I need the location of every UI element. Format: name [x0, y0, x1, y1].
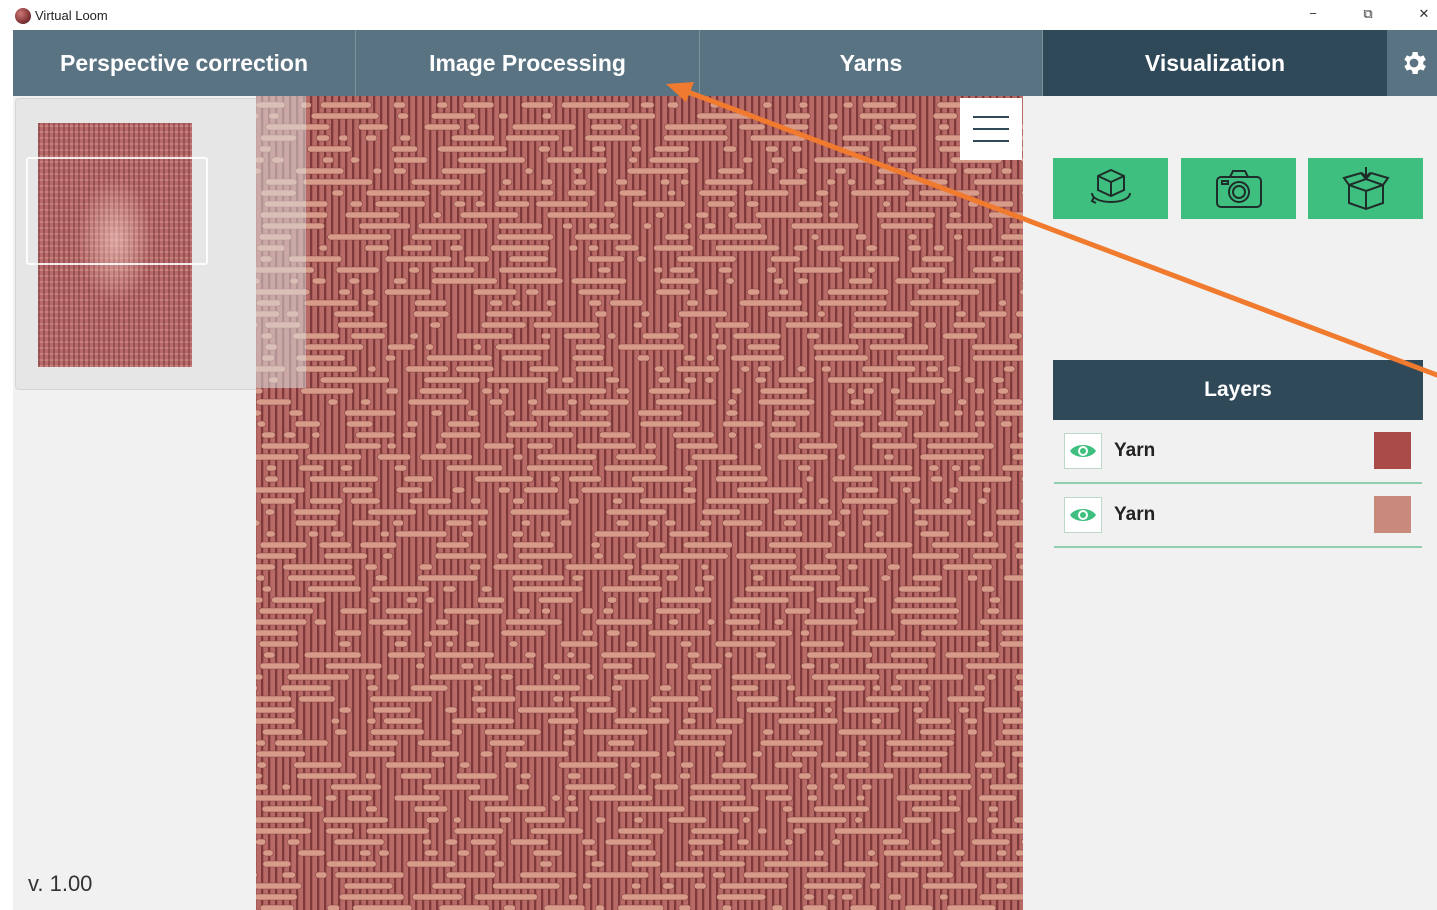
camera-icon — [1215, 169, 1262, 208]
eye-icon — [1070, 509, 1096, 521]
tab-visualization[interactable]: Visualization — [1043, 30, 1387, 96]
eye-icon — [1070, 445, 1096, 457]
export-button[interactable] — [1308, 158, 1423, 219]
visibility-toggle[interactable] — [1064, 433, 1102, 469]
app-logo-icon — [15, 8, 31, 24]
main-area: v. 1.00 Layers Yarn Yarn — [13, 96, 1437, 910]
fabric-canvas[interactable] — [256, 96, 1023, 910]
tab-bar: Perspective correction Image Processing … — [13, 30, 1437, 96]
layer-color-swatch[interactable] — [1374, 432, 1411, 469]
layer-name: Yarn — [1114, 440, 1156, 461]
tab-image-processing[interactable]: Image Processing — [356, 30, 700, 96]
box-export-icon — [1341, 166, 1390, 210]
restore-button[interactable]: ⧉ — [1358, 4, 1378, 24]
rotate-3d-icon — [1090, 168, 1131, 204]
gear-icon[interactable] — [1399, 48, 1429, 78]
version-label: v. 1.00 — [28, 871, 93, 896]
layers-header: Layers — [1053, 360, 1423, 420]
visibility-toggle[interactable] — [1064, 497, 1102, 533]
window-title: Virtual Loom — [35, 8, 108, 23]
minimize-button[interactable]: − — [1303, 4, 1323, 24]
navigator-overlay — [256, 96, 306, 388]
navigator-viewport-handle[interactable] — [26, 157, 208, 265]
hamburger-menu-icon[interactable] — [960, 98, 1022, 160]
layer-row[interactable]: Yarn — [1054, 420, 1422, 484]
close-button[interactable]: ✕ — [1414, 4, 1434, 24]
layer-row[interactable]: Yarn — [1054, 484, 1422, 548]
rotate-3d-button[interactable] — [1053, 158, 1168, 219]
woven-fabric-render — [256, 96, 1023, 910]
screenshot-button[interactable] — [1181, 158, 1296, 219]
title-bar: Virtual Loom − ⧉ ✕ — [0, 0, 1437, 30]
tab-perspective-correction[interactable]: Perspective correction — [13, 30, 356, 96]
layer-color-swatch[interactable] — [1374, 496, 1411, 533]
tab-yarns[interactable]: Yarns — [700, 30, 1043, 96]
layer-name: Yarn — [1114, 504, 1156, 525]
